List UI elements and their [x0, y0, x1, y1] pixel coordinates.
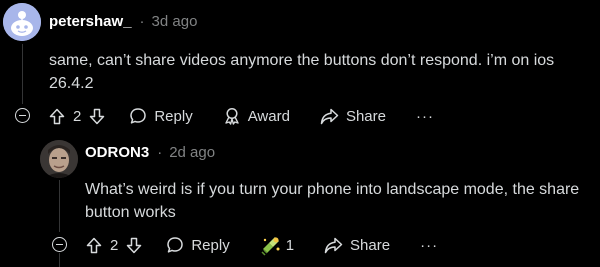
thread-line-nested	[59, 180, 60, 232]
upvote-arrow-icon	[49, 108, 65, 124]
vote-score: 2	[110, 236, 119, 254]
thread-line	[22, 44, 23, 104]
comment-actions: 2 Reply 1 Share ···	[86, 233, 438, 257]
share-button[interactable]: Share	[320, 108, 386, 125]
downvote-arrow-icon	[127, 237, 142, 253]
profile-photo-icon	[40, 140, 78, 178]
comment-body: What’s weird is if you turn your phone i…	[85, 181, 580, 221]
speech-bubble-icon	[130, 108, 147, 124]
reply-button[interactable]: Reply	[166, 236, 230, 254]
share-arrow-icon	[320, 108, 339, 124]
reply-label: Reply	[191, 236, 230, 254]
snoo-avatar-icon	[3, 3, 41, 41]
downvote-button[interactable]	[126, 237, 142, 254]
thread-line-nested-bottom	[59, 253, 60, 267]
timestamp: 2d ago	[169, 144, 216, 161]
upvote-button[interactable]	[86, 237, 102, 254]
speech-bubble-icon	[167, 237, 184, 253]
award-ribbon-icon	[225, 107, 239, 125]
reply-button[interactable]: Reply	[129, 107, 193, 125]
comment-actions: 2 Reply Award Share ···	[49, 104, 434, 128]
separator-dot: ·	[157, 144, 163, 161]
comment-meta: ODRON3 · 2d ago	[85, 144, 215, 161]
username[interactable]: ODRON3	[85, 144, 149, 161]
share-button[interactable]: Share	[324, 237, 390, 254]
avatar[interactable]	[40, 140, 78, 178]
avatar[interactable]	[3, 3, 41, 41]
downvote-arrow-icon	[90, 108, 105, 124]
more-dots-icon[interactable]: ···	[420, 237, 438, 254]
separator-dot: ·	[139, 13, 145, 30]
vote-score: 2	[73, 107, 82, 125]
award-badge-icon	[261, 237, 280, 256]
upvote-button[interactable]	[49, 108, 65, 125]
timestamp: 3d ago	[151, 13, 198, 30]
award-count: 1	[285, 236, 295, 254]
share-label: Share	[345, 107, 386, 125]
award-button[interactable]: 1	[260, 234, 294, 256]
share-arrow-icon	[324, 237, 343, 253]
downvote-button[interactable]	[89, 108, 105, 125]
award-button[interactable]: Award	[223, 107, 290, 125]
award-label: Award	[247, 107, 290, 125]
reply-label: Reply	[154, 107, 193, 125]
username[interactable]: petershaw_	[49, 13, 132, 30]
collapse-icon[interactable]	[52, 237, 67, 252]
collapse-icon[interactable]	[15, 108, 30, 123]
share-label: Share	[350, 236, 391, 254]
comment-meta: petershaw_ · 3d ago	[49, 13, 197, 30]
more-dots-icon[interactable]: ···	[416, 108, 434, 125]
upvote-arrow-icon	[86, 237, 102, 253]
comment-body: same, can’t share videos anymore the but…	[49, 52, 555, 92]
